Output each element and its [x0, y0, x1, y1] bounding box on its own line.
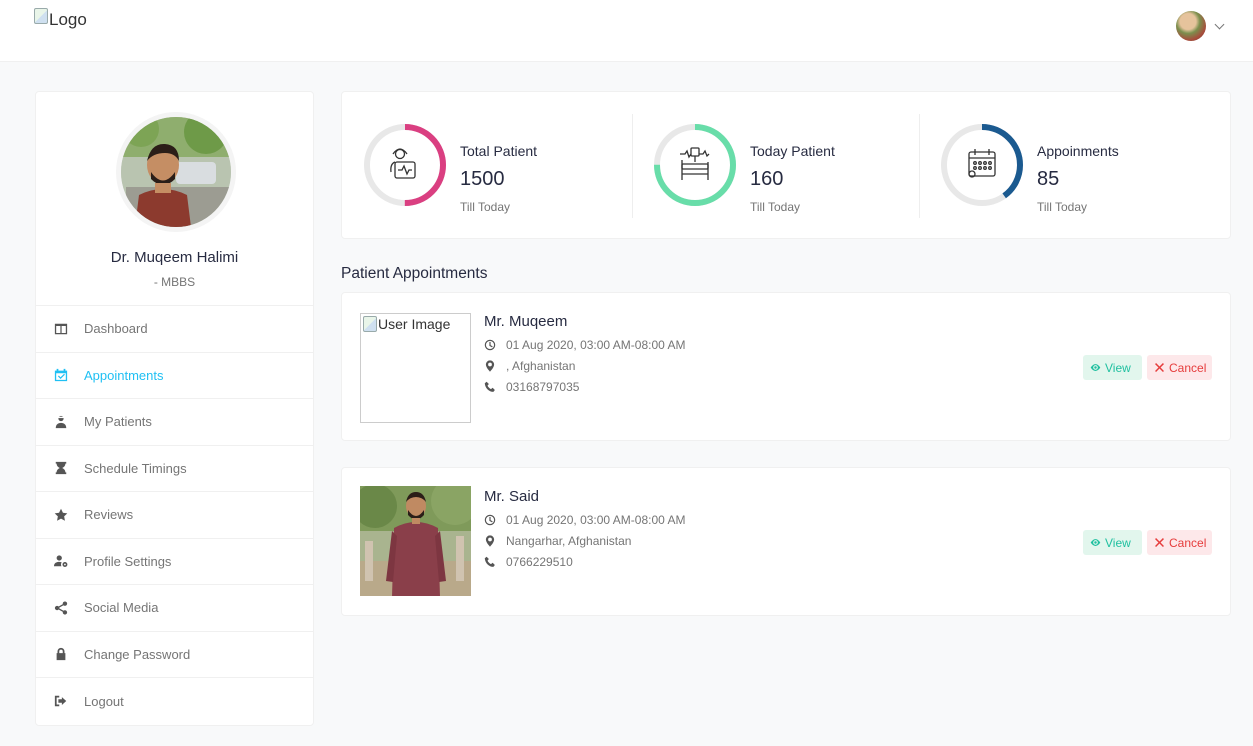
stat-subtitle: Till Today: [750, 200, 801, 214]
appointment-datetime: 01 Aug 2020, 03:00 AM-08:00 AM: [484, 513, 685, 527]
sidebar-item-my-patients[interactable]: My Patients: [36, 399, 313, 446]
sidebar-item-change-password[interactable]: Change Password: [36, 632, 313, 678]
sidebar-item-social-media[interactable]: Social Media: [36, 585, 313, 632]
cancel-button[interactable]: Cancel: [1147, 355, 1212, 380]
calendar-check-icon: [54, 368, 68, 382]
doctor-avatar: [116, 112, 236, 232]
progress-circle: [362, 122, 448, 208]
sidebar-item-label: Schedule Timings: [84, 460, 187, 476]
eye-icon: [1090, 537, 1101, 548]
stat-value: 160: [750, 168, 784, 190]
phone-icon: [484, 381, 496, 393]
hourglass-icon: [54, 461, 68, 475]
sidebar-item-schedule-timings[interactable]: Schedule Timings: [36, 446, 313, 492]
patient-image: [360, 486, 471, 596]
sidebar-item-label: Appointments: [84, 367, 164, 383]
sidebar-item-reviews[interactable]: Reviews: [36, 492, 313, 539]
sidebar-item-label: Social Media: [84, 600, 159, 616]
section-title: Patient Appointments: [341, 265, 488, 282]
stat-value: 1500: [460, 168, 505, 190]
sidebar-item-label: Logout: [84, 693, 124, 709]
sidebar-item-logout[interactable]: Logout: [36, 678, 313, 725]
sidebar-item-label: Change Password: [84, 646, 191, 662]
broken-image-icon: [363, 316, 377, 332]
stat-title: Appoinments: [1037, 143, 1119, 159]
stat-ring-1: [654, 124, 736, 206]
lock-icon: [54, 647, 68, 661]
hospital-bed-icon: [680, 147, 710, 180]
star-icon: [54, 508, 68, 522]
sidebar: Dr. Muqeem Halimi - MBBS Dashboard Appoi…: [35, 91, 314, 726]
sidebar-item-label: Reviews: [84, 507, 134, 523]
stat-subtitle: Till Today: [460, 200, 511, 214]
patient-photo: [360, 486, 471, 596]
cancel-button[interactable]: Cancel: [1147, 530, 1212, 555]
eye-icon: [1090, 362, 1101, 373]
user-menu[interactable]: [1176, 11, 1225, 41]
patient-image: User Image: [360, 313, 471, 423]
patient-name[interactable]: Mr. Said: [484, 488, 539, 505]
map-marker-icon: [484, 360, 496, 372]
stat-appointments: Appoinments 85 Till Today: [919, 92, 1215, 240]
sidebar-item-profile-settings[interactable]: Profile Settings: [36, 539, 313, 585]
patient-name[interactable]: Mr. Muqeem: [484, 313, 567, 330]
sign-out-icon: [54, 694, 68, 708]
stat-title: Today Patient: [750, 143, 835, 159]
calendar-icon: [968, 149, 996, 178]
sidebar-item-label: Profile Settings: [84, 553, 172, 569]
stat-ring-0: [364, 124, 446, 206]
columns-icon: [54, 322, 68, 336]
top-header: Logo: [0, 0, 1253, 62]
user-cog-icon: [54, 554, 68, 568]
progress-circle: [939, 122, 1025, 208]
stat-title: Total Patient: [460, 143, 538, 159]
image-alt-text: User Image: [378, 316, 451, 332]
doctor-profile: Dr. Muqeem Halimi - MBBS: [36, 92, 313, 306]
logo[interactable]: Logo: [34, 8, 87, 30]
sidebar-item-appointments[interactable]: Appointments: [36, 353, 313, 399]
sidebar-item-label: My Patients: [84, 414, 152, 430]
appointment-card: Mr. Said 01 Aug 2020, 03:00 AM-08:00 AM …: [341, 467, 1231, 616]
appointment-phone: 03168797035: [484, 380, 579, 394]
sidebar-item-dashboard[interactable]: Dashboard: [36, 306, 313, 353]
stat-ring-2: [941, 124, 1023, 206]
stat-today-patient: Today Patient 160 Till Today: [632, 92, 928, 240]
appointment-location: , Afghanistan: [484, 359, 575, 373]
appointment-card: User Image Mr. Muqeem 01 Aug 2020, 03:00…: [341, 292, 1231, 441]
stat-subtitle: Till Today: [1037, 200, 1088, 214]
chevron-down-icon[interactable]: [1214, 19, 1225, 29]
logo-alt-text: Logo: [49, 10, 87, 29]
doctor-photo: [121, 117, 231, 227]
progress-circle: [652, 122, 738, 208]
dashboard-stats: Total Patient 1500 Till Today Today Pati…: [341, 91, 1231, 239]
view-button[interactable]: View: [1083, 530, 1142, 555]
appointment-phone: 0766229510: [484, 555, 573, 569]
user-injured-icon: [54, 415, 68, 429]
close-icon: [1154, 362, 1165, 373]
stat-value: 85: [1037, 168, 1060, 190]
doctor-degree: - MBBS: [153, 275, 196, 289]
avatar[interactable]: [1176, 11, 1206, 41]
appointment-datetime: 01 Aug 2020, 03:00 AM-08:00 AM: [484, 338, 685, 352]
patient-icon: [390, 148, 416, 179]
map-marker-icon: [484, 535, 496, 547]
sidebar-item-label: Dashboard: [84, 321, 148, 337]
share-icon: [54, 601, 68, 615]
close-icon: [1154, 537, 1165, 548]
phone-icon: [484, 556, 496, 568]
view-button[interactable]: View: [1083, 355, 1142, 380]
clock-icon: [484, 339, 496, 351]
doctor-name: Dr. Muqeem Halimi: [110, 249, 239, 266]
appointment-location: Nangarhar, Afghanistan: [484, 534, 631, 548]
broken-image-icon: [34, 8, 48, 24]
stat-total-patient: Total Patient 1500 Till Today: [342, 92, 638, 240]
clock-icon: [484, 514, 496, 526]
